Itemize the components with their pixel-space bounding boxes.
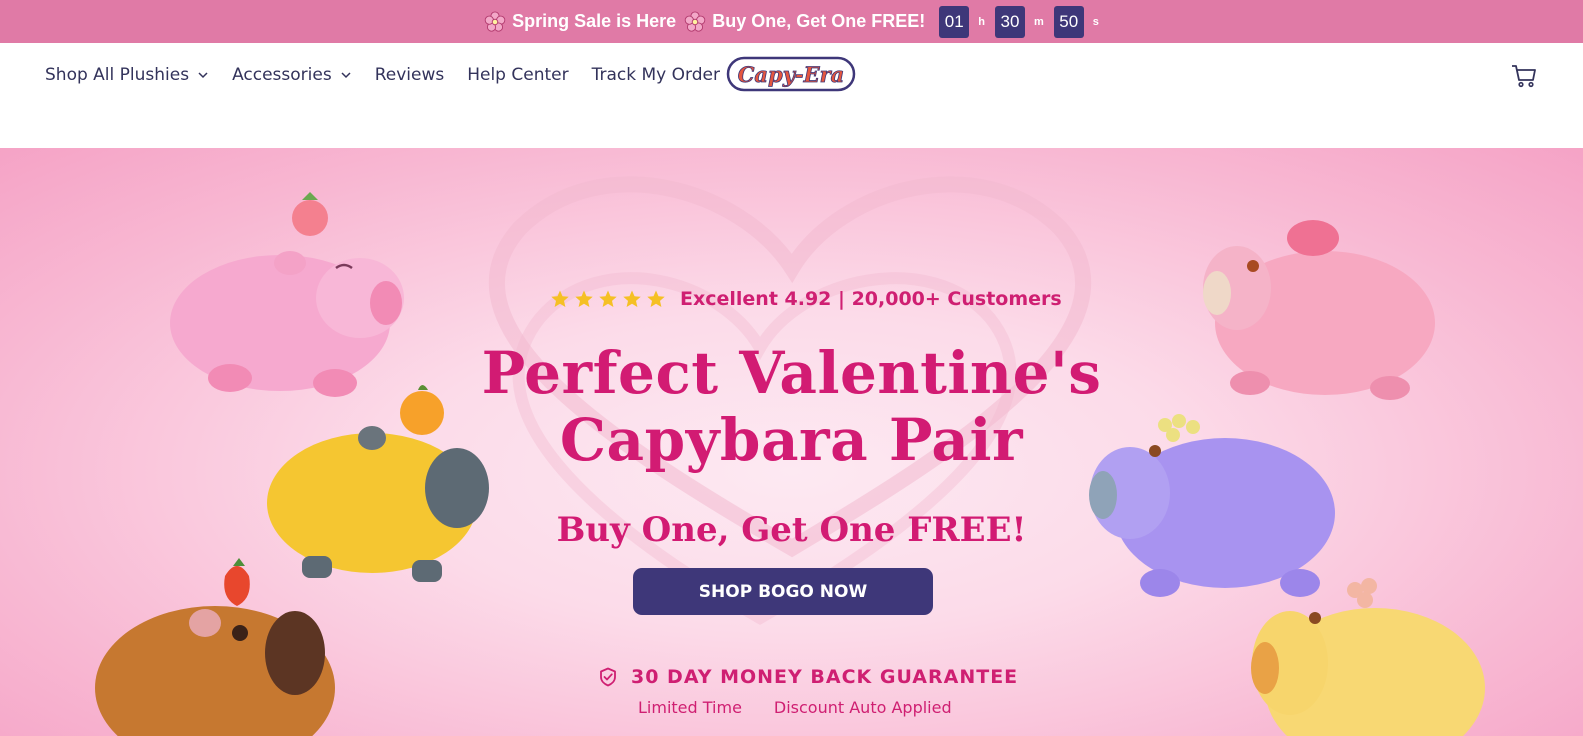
cart-icon[interactable]	[1510, 61, 1538, 89]
nav-item-label: Track My Order	[591, 65, 720, 85]
nav-item-label: Accessories	[232, 65, 332, 85]
nav-help-center[interactable]: Help Center	[467, 65, 568, 85]
countdown-hours-unit: h	[978, 15, 985, 28]
site-header: Shop All Plushies Accessories Reviews He…	[0, 43, 1583, 148]
logo-text: Capy-Era	[738, 62, 845, 87]
countdown-minutes: 30	[994, 5, 1025, 38]
countdown-minutes-unit: m	[1033, 15, 1044, 28]
rating-text: Excellent 4.92 | 20,000+ Customers	[680, 288, 1062, 310]
money-back-guarantee: 30 DAY MONEY BACK GUARANTEE	[598, 664, 1018, 690]
chevron-down-icon	[341, 72, 351, 79]
flower-icon	[684, 10, 706, 32]
shield-check-icon	[600, 667, 616, 687]
announcement-offer: Buy One, Get One FREE!	[712, 11, 926, 31]
chevron-down-icon	[198, 72, 208, 79]
pink-flower-capybara-plush-image	[1203, 220, 1435, 400]
star-icon	[575, 290, 593, 307]
nav-item-label: Help Center	[467, 65, 569, 85]
nav-item-label: Reviews	[374, 65, 445, 85]
offer-perks: Limited Time Discount Auto Applied	[638, 698, 952, 717]
customer-rating: Excellent 4.92 | 20,000+ Customers	[550, 285, 1062, 313]
star-icon	[623, 290, 641, 307]
countdown-seconds-unit: s	[1092, 15, 1099, 28]
capy-era-logo[interactable]: Capy-Era	[726, 56, 856, 92]
nav-item-label: Shop All Plushies	[45, 65, 190, 85]
nav-reviews[interactable]: Reviews	[375, 65, 445, 85]
headline-line-1: Perfect Valentine's	[481, 339, 1102, 407]
countdown-seconds: 50	[1053, 5, 1084, 38]
main-nav: Shop All Plushies Accessories Reviews He…	[45, 63, 722, 87]
hero-subheadline: Buy One, Get One FREE!	[556, 510, 1027, 550]
perk-discount-auto-applied: Discount Auto Applied	[773, 698, 952, 717]
star-icon	[599, 290, 617, 307]
countdown-hours: 01	[939, 5, 970, 38]
announcement-message: Spring Sale is Here	[512, 11, 677, 31]
headline-line-2: Capybara Pair	[559, 406, 1024, 474]
hero-banner: Excellent 4.92 | 20,000+ Customers Perfe…	[0, 148, 1583, 736]
nav-accessories[interactable]: Accessories	[232, 65, 352, 85]
nav-shop-all-plushies[interactable]: Shop All Plushies	[45, 65, 209, 85]
announcement-bar: Spring Sale is Here Buy One, Get One FRE…	[0, 0, 1583, 43]
rating-stars	[550, 289, 666, 309]
guarantee-text: 30 DAY MONEY BACK GUARANTEE	[631, 666, 1019, 688]
pink-capybara-plush-image	[170, 192, 404, 397]
hero-headline: Perfect Valentine's Capybara Pair	[450, 340, 1133, 474]
brown-capybara-plush-image	[95, 558, 335, 736]
perk-limited-time: Limited Time	[638, 698, 742, 717]
shop-bogo-now-button[interactable]: SHOP BOGO NOW	[633, 568, 933, 615]
star-icon	[647, 290, 665, 307]
countdown-timer: 01 h 30 m 50 s	[939, 5, 1099, 38]
star-icon	[551, 290, 569, 307]
flower-icon	[484, 10, 506, 32]
light-yellow-capybara-plush-image	[1251, 578, 1485, 736]
nav-track-my-order[interactable]: Track My Order	[592, 65, 720, 85]
